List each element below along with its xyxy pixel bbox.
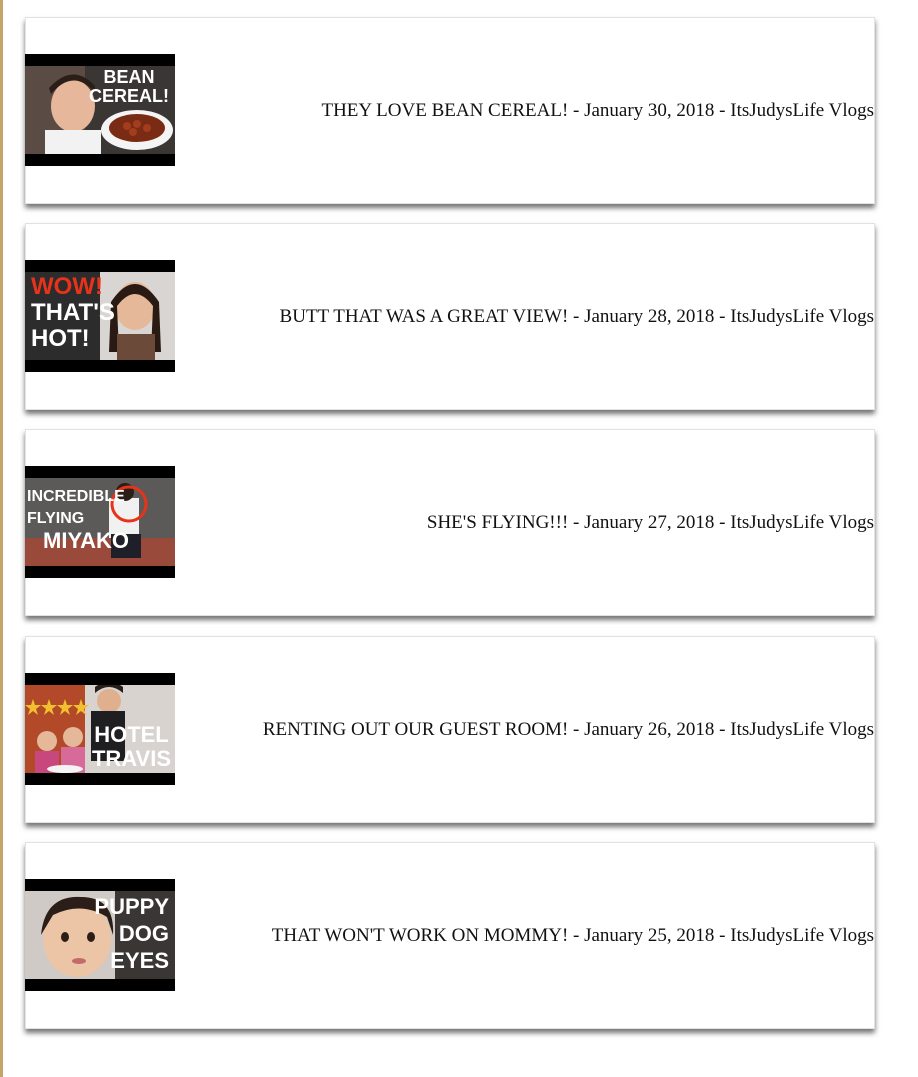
thumb-text-line: WOW! — [31, 273, 103, 300]
thumb-text-line: TRAVIS — [91, 746, 171, 771]
video-card[interactable]: PUPPY DOG EYES THAT WON'T WORK ON MOMMY!… — [25, 842, 875, 1029]
thumb-text-line: HOT! — [31, 325, 90, 352]
thumb-text-line: HOTEL — [94, 722, 169, 747]
thumb-text-line: INCREDIBLE — [27, 488, 125, 505]
video-caption[interactable]: THEY LOVE BEAN CEREAL! - January 30, 201… — [186, 18, 874, 203]
thumb-text-line: MIYAKO — [43, 528, 129, 553]
video-thumbnail[interactable]: WOW! THAT'S HOT! — [25, 260, 175, 372]
video-thumbnail[interactable]: INCREDIBLE FLYING MIYAKO — [25, 466, 175, 578]
thumb-text-line: FLYING — [27, 510, 85, 527]
thumb-text-line: CEREAL! — [89, 86, 169, 106]
thumb-text-line: BEAN — [103, 67, 155, 87]
video-caption[interactable]: THAT WON'T WORK ON MOMMY! - January 25, … — [186, 843, 874, 1028]
thumb-text-line: PUPPY — [94, 894, 169, 919]
thumb-text-line: DOG — [118, 921, 169, 946]
video-thumbnail[interactable]: BEAN CEREAL! — [25, 54, 175, 166]
video-thumbnail[interactable]: HOTEL TRAVIS — [25, 673, 175, 785]
video-card[interactable]: BEAN CEREAL! THEY LOVE BEAN CEREAL! - Ja… — [25, 17, 875, 204]
video-card[interactable]: INCREDIBLE FLYING MIYAKO SHE'S FLYING!!!… — [25, 429, 875, 616]
video-card[interactable]: WOW! THAT'S HOT! BUTT THAT WAS A GREAT V… — [25, 223, 875, 410]
left-border-rule — [0, 0, 3, 1077]
video-caption[interactable]: RENTING OUT OUR GUEST ROOM! - January 26… — [186, 637, 874, 822]
video-caption[interactable]: SHE'S FLYING!!! - January 27, 2018 - Its… — [186, 430, 874, 615]
video-card[interactable]: HOTEL TRAVIS RENTING OUT OUR GUEST ROOM!… — [25, 636, 875, 823]
video-caption[interactable]: BUTT THAT WAS A GREAT VIEW! - January 28… — [186, 224, 874, 409]
video-thumbnail[interactable]: PUPPY DOG EYES — [25, 879, 175, 991]
thumb-text-line: EYES — [110, 948, 169, 973]
thumb-text-line: THAT'S — [31, 299, 115, 326]
